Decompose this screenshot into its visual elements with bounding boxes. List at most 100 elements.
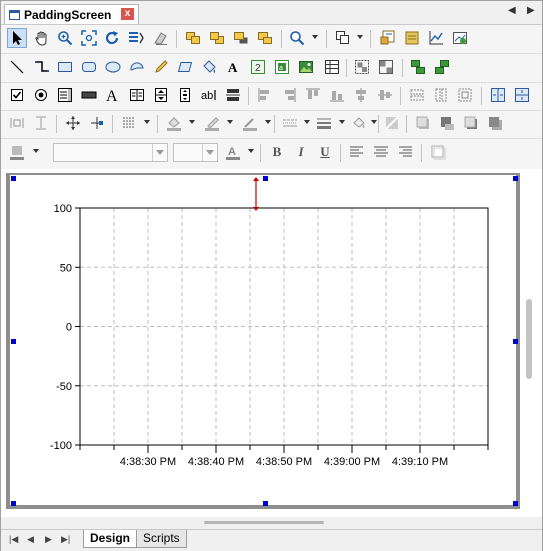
hand-pan-icon[interactable] [32, 28, 52, 48]
table-icon[interactable] [322, 57, 342, 77]
text-align-right-icon[interactable] [395, 142, 415, 162]
distribute-objects-icon[interactable] [432, 57, 452, 77]
find-icon[interactable] [287, 28, 307, 48]
grid-dots-icon[interactable] [119, 113, 139, 133]
grid-text-icon[interactable] [127, 85, 147, 105]
refresh-icon[interactable] [102, 28, 122, 48]
same-size-icon[interactable] [455, 85, 475, 105]
font-size-dropdown-icon[interactable] [202, 144, 217, 161]
line-color-dropdown-caret[interactable] [227, 120, 233, 124]
text-align-center-icon[interactable] [371, 142, 391, 162]
same-width-icon[interactable] [407, 85, 427, 105]
ungroup-icon[interactable] [376, 57, 396, 77]
first-tab-button[interactable]: |◀ [9, 534, 18, 545]
screen-properties-icon[interactable] [378, 28, 398, 48]
trend-chart-icon[interactable] [426, 28, 446, 48]
line-style-dropdown-caret[interactable] [304, 120, 310, 124]
resize-handle-top-left[interactable] [11, 176, 16, 181]
text-icon[interactable]: A [223, 57, 243, 77]
fill-pattern-icon[interactable] [349, 113, 369, 133]
button-icon[interactable] [79, 85, 99, 105]
numeric-field-icon[interactable]: 2 [248, 57, 268, 77]
previous-tab-button[interactable]: ◀ [27, 534, 34, 545]
depth-icon[interactable] [437, 113, 457, 133]
database-icon[interactable] [402, 28, 422, 48]
spinner-icon[interactable] [151, 85, 171, 105]
checkbox-icon[interactable] [7, 85, 27, 105]
align-center-h-icon[interactable] [351, 85, 371, 105]
last-tab-button[interactable]: ▶| [61, 534, 70, 545]
zoom-fit-icon[interactable] [79, 28, 99, 48]
align-top-icon[interactable] [303, 85, 323, 105]
send-backward-icon[interactable] [207, 28, 227, 48]
align-bottom-icon[interactable] [327, 85, 347, 105]
chart-check-icon[interactable] [450, 28, 470, 48]
center-vertical-icon[interactable] [31, 113, 51, 133]
align-middle-icon[interactable] [375, 85, 395, 105]
underline-button[interactable]: U [315, 142, 335, 162]
tab-design[interactable]: Design [83, 530, 138, 548]
parallelogram-icon[interactable] [175, 57, 195, 77]
next-tab-button[interactable]: ▶ [45, 534, 52, 545]
tab-scroll-left-icon[interactable]: ◀ [508, 5, 516, 16]
bring-to-front-icon[interactable] [231, 28, 251, 48]
font-size-combo[interactable] [173, 143, 218, 162]
line-width-icon[interactable] [314, 113, 334, 133]
duplicate-icon[interactable] [333, 28, 353, 48]
shape-fill-dropdown-caret[interactable] [33, 149, 39, 153]
line-style-icon[interactable] [280, 113, 300, 133]
listbox-icon[interactable] [55, 85, 75, 105]
space-vertical-icon[interactable] [512, 85, 532, 105]
fill-pattern-dropdown-caret[interactable] [371, 120, 377, 124]
fill-color-dropdown-caret[interactable] [189, 120, 195, 124]
resize-handle-bottom-right[interactable] [513, 501, 518, 506]
horizontal-scrollbar-thumb[interactable] [204, 521, 324, 524]
group-icon[interactable] [352, 57, 372, 77]
shadow-style-icon[interactable] [485, 113, 505, 133]
shadow-icon[interactable] [413, 113, 433, 133]
move-icon[interactable] [63, 113, 83, 133]
pointer-icon[interactable] [7, 28, 27, 48]
resize-handle-bottom-left[interactable] [11, 501, 16, 506]
font-name-combo[interactable] [53, 143, 168, 162]
font-color-icon[interactable]: A [223, 142, 243, 162]
polyline-icon[interactable] [32, 57, 52, 77]
transparency-icon[interactable] [382, 113, 402, 133]
resize-handle-right[interactable] [513, 339, 518, 344]
pen-color-dropdown-caret[interactable] [265, 120, 271, 124]
font-color-dropdown-caret[interactable] [248, 149, 254, 153]
resize-handle-top[interactable] [263, 176, 268, 181]
snap-icon[interactable] [87, 113, 107, 133]
text-align-left-icon[interactable] [347, 142, 367, 162]
design-canvas[interactable]: 100 50 0 -50 -100 4:38:30 PM 4:38:40 PM 4:38:5… [1, 169, 542, 517]
line-color-icon[interactable] [202, 113, 222, 133]
resize-handle-left[interactable] [11, 339, 16, 344]
radio-button-icon[interactable] [31, 85, 51, 105]
ellipse-icon[interactable] [103, 57, 123, 77]
text-input-icon[interactable]: ab [199, 85, 219, 105]
label-text-icon[interactable]: A [103, 85, 123, 105]
italic-button[interactable]: I [291, 142, 311, 162]
grid-dropdown-caret[interactable] [144, 120, 150, 124]
pencil-icon[interactable] [151, 57, 171, 77]
arc-icon[interactable] [127, 57, 147, 77]
send-to-back-icon[interactable] [255, 28, 275, 48]
duplicate-dropdown-caret[interactable] [357, 35, 363, 39]
resize-handle-top-right[interactable] [513, 176, 518, 181]
align-right-icon[interactable] [279, 85, 299, 105]
line-icon[interactable] [7, 57, 27, 77]
rectangle-icon[interactable] [55, 57, 75, 77]
space-horizontal-icon[interactable] [488, 85, 508, 105]
list-properties-icon[interactable] [126, 28, 146, 48]
tab-scripts[interactable]: Scripts [136, 530, 187, 548]
bring-forward-icon[interactable] [183, 28, 203, 48]
alarm-field-icon[interactable]: a [272, 57, 292, 77]
find-dropdown-caret[interactable] [312, 35, 318, 39]
shape-fill-icon[interactable] [7, 142, 27, 162]
padding-arrow-icon[interactable] [250, 176, 262, 212]
eraser-icon[interactable] [150, 28, 170, 48]
document-tab[interactable]: PaddingScreen x [4, 4, 139, 24]
align-center-v-icon[interactable] [223, 85, 243, 105]
font-name-dropdown-icon[interactable] [152, 144, 167, 161]
horizontal-scrollbar[interactable] [1, 517, 542, 529]
